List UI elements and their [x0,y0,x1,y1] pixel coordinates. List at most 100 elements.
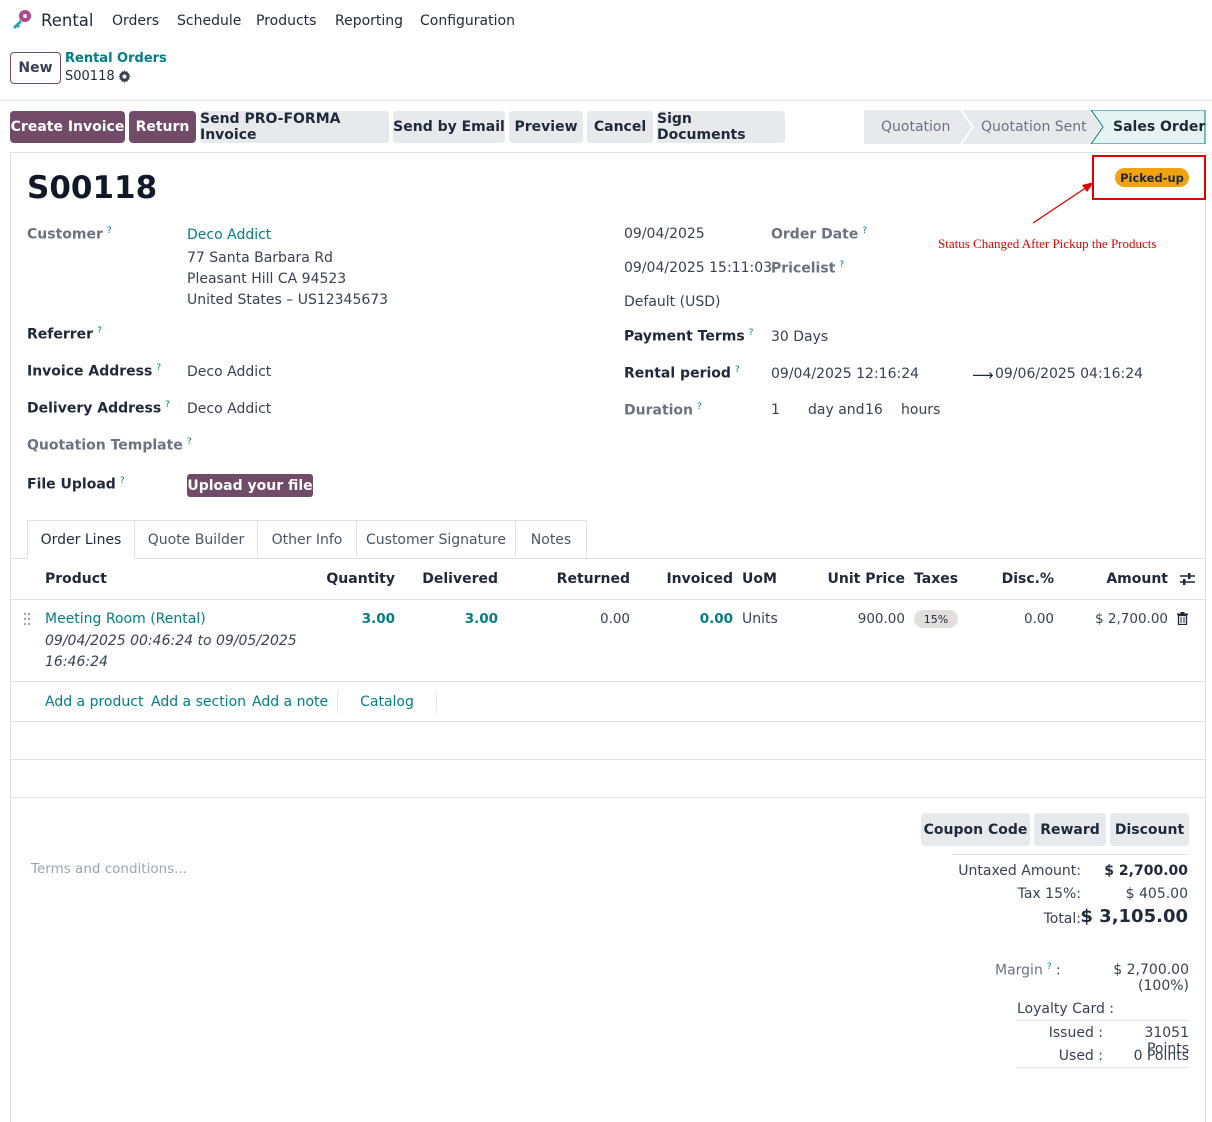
col-delivered[interactable]: Delivered [415,571,498,587]
col-product[interactable]: Product [45,571,107,587]
customer-address-line3: United States – US12345673 [187,292,389,308]
customer-address-line2: Pleasant Hill CA 94523 [187,271,347,287]
row-quantity[interactable]: 3.00 [320,611,395,627]
delivery-address-field[interactable]: Deco Addict [187,401,271,417]
add-section-link[interactable]: Add a section [151,694,246,710]
rental-start-field[interactable]: 09/04/2025 12:16:24 [771,366,919,382]
table-row[interactable]: Meeting Room (Rental) 09/04/2025 00:46:2… [10,600,1206,681]
send-proforma-button[interactable]: Send PRO-FORMA Invoice [200,111,389,143]
col-invoiced[interactable]: Invoiced [650,571,733,587]
tab-notes[interactable]: Notes [515,520,587,558]
total-value: $ 3,105.00 [1080,906,1188,927]
payment-terms-label: Payment Terms? [624,328,754,345]
pricelist-label: Pricelist? [771,260,845,277]
col-quantity[interactable]: Quantity [320,571,395,587]
col-taxes[interactable]: Taxes [914,571,958,587]
row-returned[interactable]: 0.00 [540,611,630,627]
status-quotation-sent[interactable]: Quotation Sent [981,119,1087,135]
rental-end-field[interactable]: 09/06/2025 04:16:24 [995,366,1143,382]
menu-configuration[interactable]: Configuration [420,13,515,29]
tax-label: Tax 15%: [1017,886,1081,902]
tax-value: $ 405.00 [1125,886,1188,902]
col-amount[interactable]: Amount [1080,571,1168,587]
send-by-email-button[interactable]: Send by Email [393,111,505,143]
untaxed-amount-label: Untaxed Amount: [958,863,1081,879]
breadcrumb-parent[interactable]: Rental Orders [65,51,167,66]
preview-button[interactable]: Preview [509,111,583,143]
row-delivered[interactable]: 3.00 [415,611,498,627]
row-uom[interactable]: Units [742,611,778,627]
drag-handle-icon[interactable] [23,612,31,630]
customer-name-link[interactable]: Deco Addict [187,227,271,243]
row-disc[interactable]: 0.00 [990,611,1054,627]
duration-day-unit: day and [808,402,865,418]
row-tax-badge[interactable]: 15% [914,610,958,628]
picked-up-badge: Picked-up [1115,168,1189,187]
optional-columns-icon[interactable] [1180,572,1195,590]
tab-other-info[interactable]: Other Info [257,520,357,558]
add-note-link[interactable]: Add a note [252,694,328,710]
catalog-button[interactable]: Catalog [337,688,437,716]
payment-terms-field[interactable]: 30 Days [771,329,828,345]
duration-days-field[interactable]: 1 [771,402,780,418]
col-uom[interactable]: UoM [742,571,777,587]
used-value: 0 Points [1133,1048,1189,1064]
duration-label: Duration? [624,402,702,419]
record-name: S00118 [27,170,158,206]
menu-reporting[interactable]: Reporting [335,13,403,29]
duration-hours-field[interactable]: 16 [865,402,883,418]
col-disc[interactable]: Disc.% [990,571,1054,587]
menu-schedule[interactable]: Schedule [177,13,241,29]
app-logo[interactable] [10,8,34,32]
menu-products[interactable]: Products [256,13,316,29]
tab-quote-builder[interactable]: Quote Builder [134,520,258,558]
gear-icon[interactable] [118,70,131,87]
invoice-address-label: Invoice Address? [27,363,162,380]
new-button[interactable]: New [10,52,61,84]
delivery-address-label: Delivery Address? [27,400,170,417]
order-date-label: Order Date? [771,226,868,243]
file-upload-label: File Upload? [27,476,125,493]
tab-customer-signature[interactable]: Customer Signature [356,520,516,558]
quotation-template-label: Quotation Template? [27,437,192,454]
row-unit-price[interactable]: 900.00 [810,611,905,627]
expiration-value[interactable]: 09/04/2025 [624,226,705,242]
annotation-text: Status Changed After Pickup the Products [938,236,1157,251]
referrer-label: Referrer? [27,326,102,343]
sign-documents-button[interactable]: Sign Documents [657,111,785,143]
discount-button[interactable]: Discount [1110,813,1189,846]
product-period-line2: 16:46:24 [45,654,108,670]
total-label: Total: [1043,911,1081,927]
arrow-right-icon: ⟶ [972,366,994,384]
reward-button[interactable]: Reward [1034,813,1106,846]
invoice-address-field[interactable]: Deco Addict [187,364,271,380]
currency-value[interactable]: Default (USD) [624,294,720,310]
cancel-button[interactable]: Cancel [587,111,653,143]
margin-label: Margin? : [995,962,1061,979]
rental-period-label: Rental period? [624,365,740,382]
referrer-field[interactable] [187,322,587,346]
margin-value: $ 2,700.00 (100%) [1113,962,1189,994]
col-returned[interactable]: Returned [540,571,630,587]
trash-icon[interactable] [1177,612,1188,629]
rental-key-icon [13,10,31,29]
terms-conditions-field[interactable]: Terms and conditions... [31,861,187,877]
quotation-template-field[interactable] [187,433,587,457]
order-date-value[interactable]: 09/04/2025 15:11:03 [624,260,772,276]
duration-hour-unit: hours [901,402,941,418]
return-button[interactable]: Return [129,111,196,143]
upload-file-button[interactable]: Upload your file [187,474,313,497]
untaxed-amount-value: $ 2,700.00 [1104,863,1188,879]
breadcrumb-current: S00118 [65,69,115,84]
status-sales-order[interactable]: Sales Order [1113,119,1205,135]
app-name[interactable]: Rental [41,11,94,30]
add-product-link[interactable]: Add a product [45,694,143,710]
col-unit-price[interactable]: Unit Price [810,571,905,587]
coupon-code-button[interactable]: Coupon Code [921,813,1030,846]
tab-order-lines[interactable]: Order Lines [27,520,135,559]
status-quotation[interactable]: Quotation [881,119,950,135]
product-name[interactable]: Meeting Room (Rental) [45,611,206,627]
menu-orders[interactable]: Orders [112,13,159,29]
create-invoice-button[interactable]: Create Invoice [10,111,125,143]
customer-label: Customer? [27,226,112,243]
